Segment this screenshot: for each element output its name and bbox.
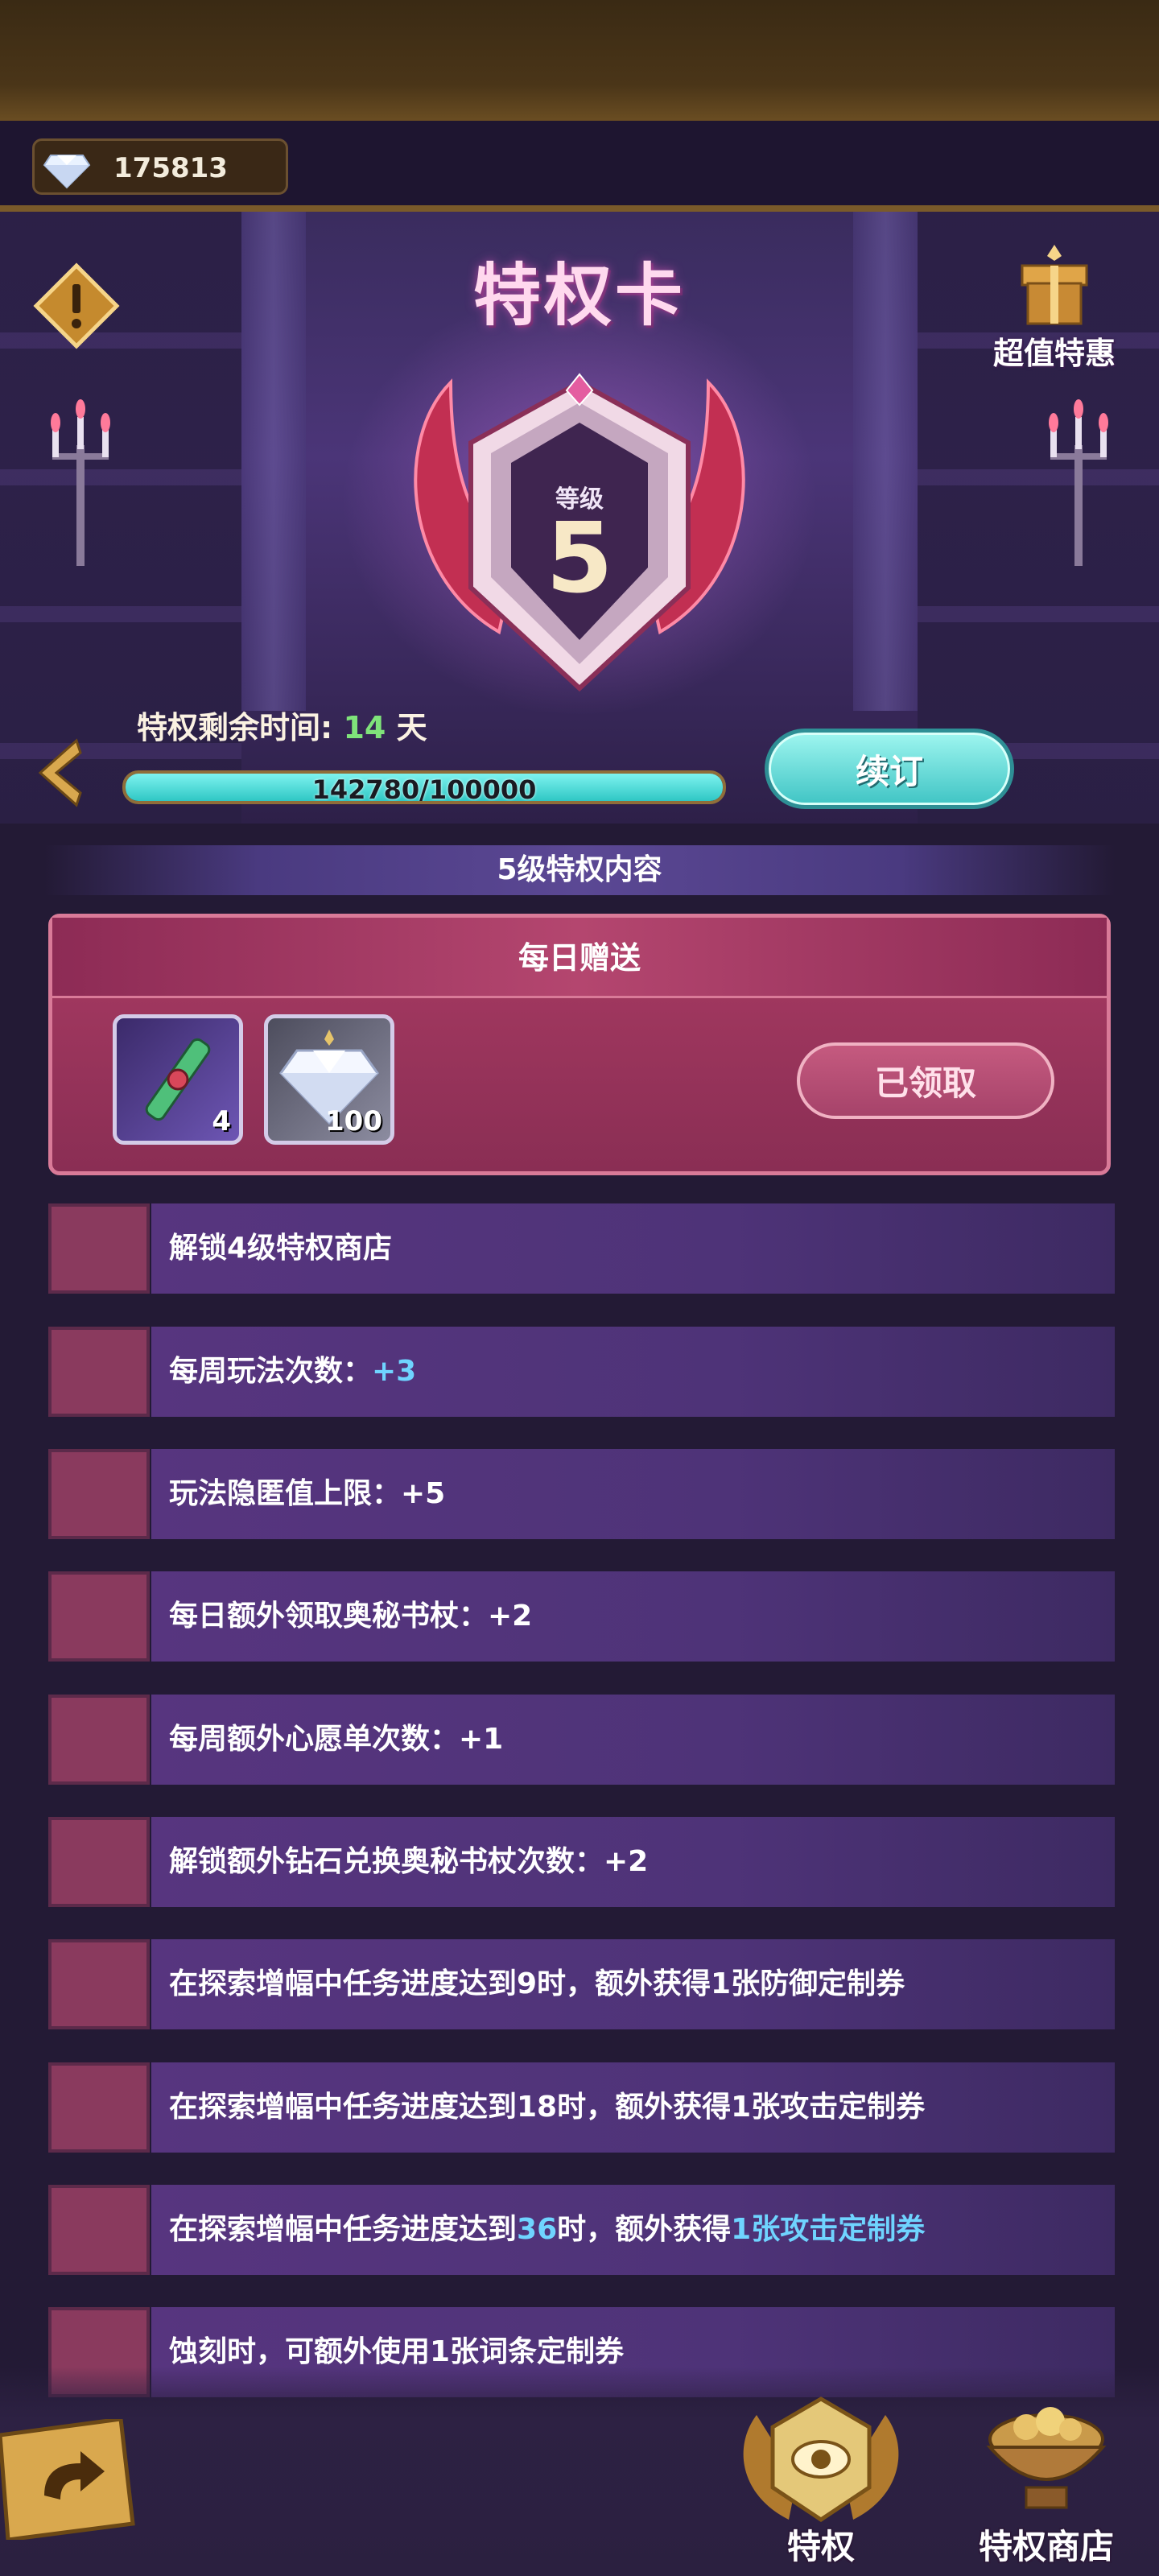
perk-row: 每周玩法次数：+3 [48, 1327, 1115, 1417]
perk-bar: 玩法隐匿值上限：+5 [151, 1449, 1115, 1539]
perk-row: 每周额外心愿单次数：+1 [48, 1695, 1115, 1785]
privilege-progress-bar: 142780/100000 [122, 770, 726, 804]
perk-text: 玩法隐匿值上限：+5 [169, 1477, 446, 1510]
perk-text: 在探索增幅中任务进度达到9时，额外获得1张防御定制券 [169, 1967, 905, 2000]
level-badge: 等级 5 [378, 366, 781, 704]
perk-text: 在探索增幅中任务进度达到18时，额外获得1张攻击定制券 [169, 2091, 926, 2124]
perk-bar: 每周玩法次数：+3 [151, 1327, 1115, 1417]
perk-text: 每周玩法次数：+3 [169, 1327, 416, 1417]
candelabra-icon [1049, 399, 1108, 566]
remaining-unit: 天 [396, 710, 427, 745]
remaining-time: 特权剩余时间: 14 天 [137, 703, 427, 747]
perk-text: 解锁4级特权商店 [169, 1232, 393, 1265]
nav-privilege-label: 特权 [786, 2527, 855, 2566]
perk-text-main: 每周玩法次数： [169, 1355, 373, 1388]
chevron-left-icon[interactable] [32, 737, 89, 809]
perk-row: 每日额外领取奥秘书杖：+2 [48, 1571, 1115, 1662]
perk-row: 玩法隐匿值上限：+5 [48, 1449, 1115, 1539]
perk-bar: 在探索增幅中任务进度达到9时，额外获得1张防御定制券 [151, 1939, 1115, 2029]
reward-item-diamond[interactable]: 100 [264, 1014, 394, 1145]
back-arrow-icon[interactable] [0, 2419, 137, 2540]
perk-text: 在探索增幅中任务进度达到36时，额外获得1张攻击定制券 [169, 2185, 925, 2275]
privilege-eye-icon [48, 2185, 150, 2275]
perk-highlight-b: 1张攻击定制券 [731, 2213, 926, 2246]
perk-text: 每周额外心愿单次数：+1 [169, 1723, 504, 1756]
perk-text: 每日额外领取奥秘书杖：+2 [169, 1600, 533, 1633]
perk-row: 在探索增幅中任务进度达到36时，额外获得1张攻击定制券 [48, 2185, 1115, 2275]
perk-row: 在探索增幅中任务进度达到9时，额外获得1张防御定制券 [48, 1939, 1115, 2029]
perk-bar: 解锁额外钻石兑换奥秘书杖次数：+2 [151, 1817, 1115, 1907]
nav-shop-label: 特权商店 [978, 2527, 1114, 2566]
privilege-eye-icon [48, 1571, 150, 1662]
privilege-eye-icon [48, 1939, 150, 2029]
privilege-eye-icon [48, 2062, 150, 2153]
diamond-counter[interactable]: 175813 [32, 138, 288, 195]
top-bar-edge [0, 205, 1159, 212]
privilege-eye-icon [48, 1817, 150, 1907]
privilege-eye-icon [48, 1327, 150, 1417]
item-count: 4 [212, 1105, 231, 1137]
reward-item-scepter[interactable]: 4 [113, 1014, 243, 1145]
treasure-bowl-icon [986, 2407, 1107, 2509]
daily-gift-panel: 每日赠送 4 100 已领取 [48, 914, 1111, 1175]
perk-bar: 每周额外心愿单次数：+1 [151, 1695, 1115, 1785]
privilege-emblem-icon [743, 2396, 899, 2523]
perk-text-a: 在探索增幅中任务进度达到 [169, 2213, 518, 2246]
renew-button[interactable]: 续订 [765, 729, 1014, 809]
diamond-icon [43, 155, 91, 189]
info-warning-icon[interactable] [32, 262, 121, 350]
nav-privilege[interactable]: 特权 [724, 2391, 918, 2576]
perk-text-b: 时，额外获得 [557, 2213, 732, 2246]
perk-bar: 在探索增幅中任务进度达到18时，额外获得1张攻击定制券 [151, 2062, 1115, 2153]
perk-row: 解锁4级特权商店 [48, 1203, 1115, 1294]
special-deal-button[interactable]: 超值特惠 [974, 242, 1135, 371]
daily-gift-title: 每日赠送 [52, 918, 1107, 998]
nav-privilege-shop[interactable]: 特权商店 [950, 2391, 1143, 2576]
remaining-label: 特权剩余时间: [137, 710, 333, 745]
perk-bar: 在探索增幅中任务进度达到36时，额外获得1张攻击定制券 [151, 2185, 1115, 2275]
candelabra-icon [51, 399, 110, 566]
perk-row: 解锁额外钻石兑换奥秘书杖次数：+2 [48, 1817, 1115, 1907]
perk-highlight: +3 [372, 1355, 417, 1388]
level-number: 5 [546, 503, 613, 615]
remaining-days: 14 [343, 710, 386, 745]
item-count: 100 [325, 1105, 382, 1137]
top-bar [0, 0, 1159, 121]
perk-text: 解锁额外钻石兑换奥秘书杖次数：+2 [169, 1845, 649, 1878]
perk-bar: 解锁4级特权商店 [151, 1203, 1115, 1294]
privilege-eye-icon [48, 1695, 150, 1785]
diamond-amount: 175813 [113, 152, 228, 184]
perk-row: 在探索增幅中任务进度达到18时，额外获得1张攻击定制券 [48, 2062, 1115, 2153]
section-title: 5级特权内容 [44, 845, 1115, 895]
gift-box-icon [1021, 245, 1088, 325]
perk-highlight-a: 36 [517, 2213, 558, 2246]
privilege-eye-icon [48, 1203, 150, 1294]
claimed-button[interactable]: 已领取 [797, 1042, 1054, 1119]
progress-text: 142780/100000 [311, 774, 537, 804]
special-deal-label: 超值特惠 [992, 336, 1116, 371]
privilege-eye-icon [48, 1449, 150, 1539]
perk-bar: 每日额外领取奥秘书杖：+2 [151, 1571, 1115, 1662]
